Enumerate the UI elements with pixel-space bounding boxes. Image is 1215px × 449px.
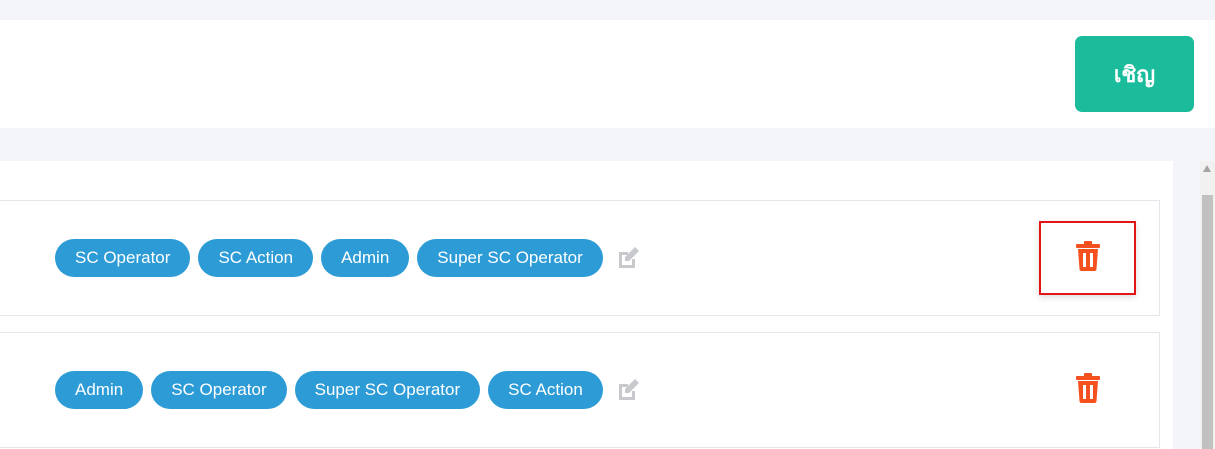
top-strip xyxy=(0,0,1215,20)
scroll-up-arrow-icon[interactable] xyxy=(1203,165,1211,172)
trash-icon xyxy=(1075,373,1100,407)
role-tag: Super SC Operator xyxy=(294,371,481,409)
header-panel xyxy=(0,20,1215,128)
delete-cell xyxy=(1039,333,1136,447)
role-tag: SC Operator xyxy=(151,371,287,409)
delete-cell xyxy=(1039,201,1136,315)
role-tag: SC Operator xyxy=(55,239,191,277)
role-tag: Admin xyxy=(321,239,410,277)
delete-button[interactable] xyxy=(1039,353,1136,427)
member-row: Admin SC Operator Super SC Operator SC A… xyxy=(0,332,1160,448)
role-tags: SC Operator SC Action Admin Super SC Ope… xyxy=(55,201,642,315)
scrollbar-thumb[interactable] xyxy=(1202,195,1213,449)
role-tag: Super SC Operator xyxy=(417,239,603,277)
trash-icon xyxy=(1075,241,1100,275)
section-gap xyxy=(0,128,1215,161)
role-tag: Admin xyxy=(55,371,144,409)
role-tag: SC Action xyxy=(488,371,603,409)
role-tags: Admin SC Operator Super SC Operator SC A… xyxy=(55,333,642,447)
pencil-square-icon[interactable] xyxy=(614,376,642,404)
delete-button[interactable] xyxy=(1039,221,1136,295)
invite-button[interactable]: เชิญ xyxy=(1075,36,1194,112)
role-tag: SC Action xyxy=(198,239,314,277)
pencil-square-icon[interactable] xyxy=(614,244,642,272)
member-row: SC Operator SC Action Admin Super SC Ope… xyxy=(0,200,1160,316)
